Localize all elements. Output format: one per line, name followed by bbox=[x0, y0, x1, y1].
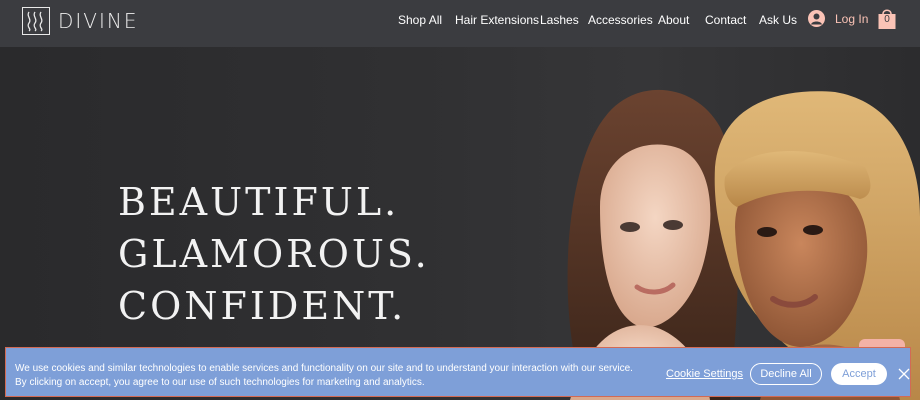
nav-item-accessories[interactable]: Accessories bbox=[588, 13, 653, 27]
decline-all-button[interactable]: Decline All bbox=[750, 363, 822, 385]
hero-line-2: GLAMOROUS. bbox=[118, 232, 430, 276]
nav-item-contact[interactable]: Contact bbox=[705, 13, 746, 27]
site-header: DIVINE Shop All Hair Extensions Lashes A… bbox=[0, 0, 920, 47]
cookie-message-line-1: We use cookies and similar technologies … bbox=[15, 363, 633, 374]
cookie-settings-link[interactable]: Cookie Settings bbox=[666, 368, 743, 380]
nav-item-hair-extensions[interactable]: Hair Extensions bbox=[455, 13, 539, 27]
user-avatar-icon bbox=[808, 10, 825, 27]
cart-count: 0 bbox=[884, 14, 890, 25]
login-label: Log In bbox=[835, 12, 869, 26]
close-icon[interactable] bbox=[898, 367, 910, 380]
nav-item-about[interactable]: About bbox=[658, 13, 689, 27]
hero-line-3: CONFIDENT. bbox=[118, 284, 407, 328]
nav-item-lashes[interactable]: Lashes bbox=[540, 13, 579, 27]
cookie-message-line-2: By clicking on accept, you agree to our … bbox=[15, 377, 425, 388]
cart-button[interactable]: 0 bbox=[877, 8, 897, 30]
logo-icon[interactable] bbox=[22, 7, 50, 35]
cookie-message: We use cookies and similar technologies … bbox=[15, 362, 655, 390]
nav-item-ask-us[interactable]: Ask Us bbox=[759, 13, 797, 27]
hero-line-1: BEAUTIFUL. bbox=[118, 180, 400, 224]
nav-item-shop-all[interactable]: Shop All bbox=[398, 13, 442, 27]
brand-name[interactable]: DIVINE bbox=[58, 9, 138, 33]
accept-button[interactable]: Accept bbox=[831, 363, 887, 385]
cookie-banner: We use cookies and similar technologies … bbox=[5, 347, 911, 397]
